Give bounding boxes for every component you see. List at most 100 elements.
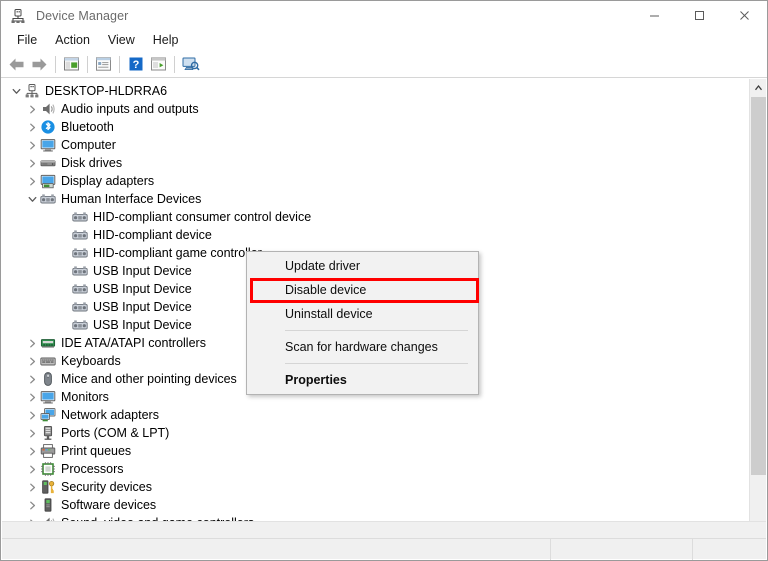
chevron-down-icon[interactable] bbox=[8, 82, 24, 100]
monitor-icon bbox=[40, 137, 56, 153]
tree-item-label: USB Input Device bbox=[93, 300, 192, 314]
chevron-right-icon[interactable] bbox=[24, 334, 40, 352]
chevron-placeholder bbox=[56, 208, 72, 226]
ctx-properties[interactable]: Properties bbox=[247, 368, 478, 392]
display-adapter-icon bbox=[40, 173, 56, 189]
tree-item-label: Bluetooth bbox=[61, 120, 114, 134]
window-controls bbox=[632, 1, 767, 30]
tree-item-label: Processors bbox=[61, 462, 124, 476]
chevron-right-icon[interactable] bbox=[24, 478, 40, 496]
hid-icon bbox=[72, 209, 88, 225]
tree-item[interactable]: Processors bbox=[2, 460, 747, 478]
hid-icon bbox=[72, 299, 88, 315]
tree-item[interactable]: Computer bbox=[2, 136, 747, 154]
title-bar: Device Manager bbox=[1, 1, 767, 30]
hid-icon bbox=[72, 281, 88, 297]
tree-item[interactable]: DESKTOP-HLDRRA6 bbox=[2, 82, 747, 100]
scan-hardware-changes-icon[interactable] bbox=[179, 53, 202, 75]
tree-item[interactable]: Audio inputs and outputs bbox=[2, 100, 747, 118]
network-adapter-icon bbox=[40, 407, 56, 423]
context-menu-separator bbox=[285, 330, 468, 331]
tree-item-label: DESKTOP-HLDRRA6 bbox=[45, 84, 168, 98]
chevron-right-icon[interactable] bbox=[24, 496, 40, 514]
status-bar bbox=[2, 538, 766, 560]
chevron-placeholder bbox=[56, 280, 72, 298]
tree-item-label: Security devices bbox=[61, 480, 153, 494]
help-icon[interactable]: ? bbox=[124, 53, 147, 75]
hid-icon bbox=[40, 191, 56, 207]
menu-view[interactable]: View bbox=[99, 31, 144, 50]
tree-item-label: USB Input Device bbox=[93, 264, 192, 278]
tree-item[interactable]: Ports (COM & LPT) bbox=[2, 424, 747, 442]
chevron-right-icon[interactable] bbox=[24, 118, 40, 136]
tree-item[interactable]: Software devices bbox=[2, 496, 747, 514]
tree-item-label: Network adapters bbox=[61, 408, 159, 422]
update-driver-icon[interactable] bbox=[147, 53, 170, 75]
monitor-icon bbox=[40, 389, 56, 405]
hid-icon bbox=[72, 227, 88, 243]
minimize-button[interactable] bbox=[632, 1, 677, 30]
chevron-right-icon[interactable] bbox=[24, 136, 40, 154]
toolbar-separator bbox=[55, 55, 56, 73]
status-message bbox=[2, 539, 550, 560]
tree-item-label: Keyboards bbox=[61, 354, 121, 368]
tree-item[interactable]: Disk drives bbox=[2, 154, 747, 172]
menu-file[interactable]: File bbox=[8, 31, 46, 50]
hid-icon bbox=[72, 317, 88, 333]
properties-icon[interactable] bbox=[92, 53, 115, 75]
status-cell-b bbox=[692, 538, 766, 560]
tree-item[interactable]: HID-compliant consumer control device bbox=[2, 208, 747, 226]
vertical-scroll-thumb[interactable] bbox=[751, 97, 766, 475]
tree-item[interactable]: HID-compliant device bbox=[2, 226, 747, 244]
keyboard-icon bbox=[40, 353, 56, 369]
menu-help[interactable]: Help bbox=[144, 31, 188, 50]
tree-item[interactable]: Display adapters bbox=[2, 172, 747, 190]
tree-item[interactable]: Bluetooth bbox=[2, 118, 747, 136]
toolbar-separator bbox=[174, 55, 175, 73]
chevron-down-icon[interactable] bbox=[24, 190, 40, 208]
toolbar-separator bbox=[119, 55, 120, 73]
chevron-right-icon[interactable] bbox=[24, 424, 40, 442]
close-button[interactable] bbox=[722, 1, 767, 30]
ctx-uninstall-device[interactable]: Uninstall device bbox=[247, 302, 478, 326]
back-icon[interactable] bbox=[5, 53, 28, 75]
chevron-right-icon[interactable] bbox=[24, 352, 40, 370]
ide-controller-icon bbox=[40, 335, 56, 351]
tree-item[interactable]: Print queues bbox=[2, 442, 747, 460]
tree-item[interactable]: Human Interface Devices bbox=[2, 190, 747, 208]
ctx-disable-device[interactable]: Disable device bbox=[247, 278, 478, 302]
tree-item-label: HID-compliant consumer control device bbox=[93, 210, 312, 224]
printer-icon bbox=[40, 443, 56, 459]
tree-item[interactable]: Network adapters bbox=[2, 406, 747, 424]
show-hide-tree-icon[interactable] bbox=[60, 53, 83, 75]
context-menu: Update driver Disable device Uninstall dev… bbox=[246, 251, 479, 395]
chevron-right-icon[interactable] bbox=[24, 388, 40, 406]
tree-item-label: HID-compliant device bbox=[93, 228, 212, 242]
chevron-placeholder bbox=[56, 244, 72, 262]
chevron-right-icon[interactable] bbox=[24, 406, 40, 424]
chevron-right-icon[interactable] bbox=[24, 100, 40, 118]
ctx-update-driver[interactable]: Update driver bbox=[247, 254, 478, 278]
tree-item-label: Ports (COM & LPT) bbox=[61, 426, 170, 440]
chevron-right-icon[interactable] bbox=[24, 172, 40, 190]
context-menu-separator bbox=[285, 363, 468, 364]
scroll-up-icon[interactable] bbox=[750, 79, 766, 96]
menu-action[interactable]: Action bbox=[46, 31, 99, 50]
chevron-right-icon[interactable] bbox=[24, 154, 40, 172]
menu-bar: File Action View Help bbox=[1, 30, 767, 51]
chevron-placeholder bbox=[56, 316, 72, 334]
svg-text:?: ? bbox=[132, 59, 139, 71]
forward-icon[interactable] bbox=[28, 53, 51, 75]
chevron-right-icon[interactable] bbox=[24, 442, 40, 460]
horizontal-scrollbar[interactable] bbox=[2, 521, 766, 538]
tree-item[interactable]: Security devices bbox=[2, 478, 747, 496]
device-manager-window: Device Manager File Action View Help ? D… bbox=[0, 0, 768, 561]
hid-icon bbox=[72, 263, 88, 279]
ctx-scan-hardware[interactable]: Scan for hardware changes bbox=[247, 335, 478, 359]
tree-item-label: USB Input Device bbox=[93, 282, 192, 296]
maximize-button[interactable] bbox=[677, 1, 722, 30]
tree-item-label: Audio inputs and outputs bbox=[61, 102, 199, 116]
vertical-scrollbar[interactable] bbox=[749, 79, 766, 540]
chevron-right-icon[interactable] bbox=[24, 460, 40, 478]
chevron-right-icon[interactable] bbox=[24, 370, 40, 388]
